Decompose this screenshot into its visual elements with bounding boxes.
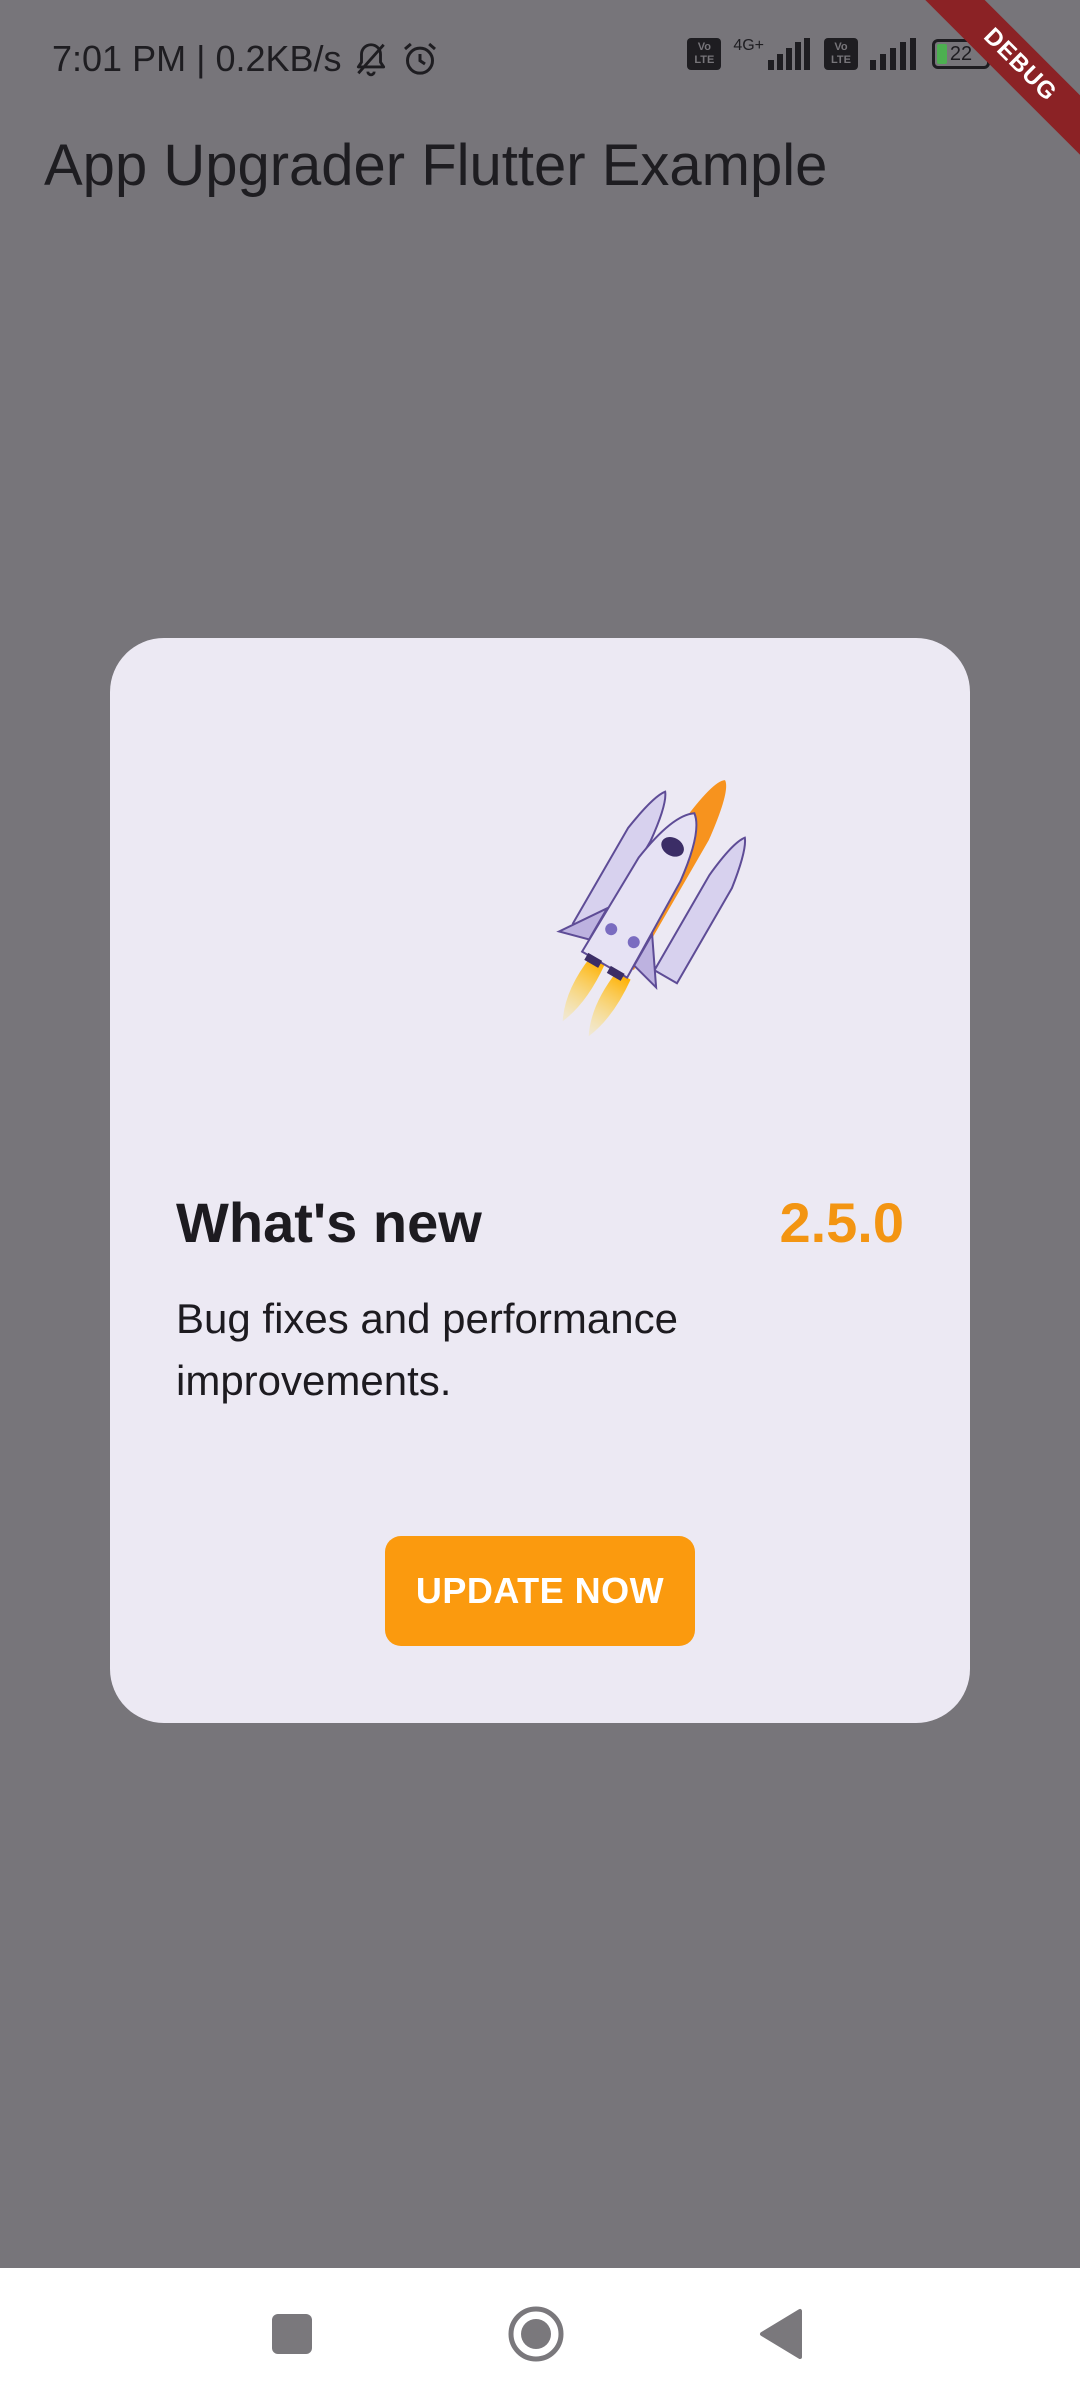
update-now-button[interactable]: UPDATE NOW (385, 1536, 695, 1646)
square-icon (272, 2314, 312, 2354)
status-separator: | (196, 38, 206, 79)
battery-level: 22 (949, 42, 973, 65)
back-button[interactable] (745, 2298, 817, 2370)
status-right: Vo LTE 4G+ Vo LTE 22 (687, 37, 995, 70)
upgrade-dialog: What's new 2.5.0 Bug fixes and performan… (110, 638, 970, 1723)
network-type: 4G+ (733, 37, 764, 54)
volte-icon: Vo LTE (824, 38, 858, 70)
navigation-bar (0, 2268, 1080, 2400)
release-notes: Bug fixes and performance improvements. (176, 1295, 678, 1404)
signal-icon (768, 38, 810, 70)
version-label: 2.5.0 (779, 1191, 904, 1254)
bell-off-icon (356, 43, 385, 77)
volte-icon: Vo LTE (687, 38, 722, 70)
app-bar-title: App Upgrader Flutter Example (44, 133, 828, 198)
triangle-back-icon (760, 2309, 802, 2359)
circle-icon (508, 2306, 564, 2362)
status-left: 7:01 PM | 0.2KB/s (52, 38, 440, 80)
network-speed: 0.2KB/s (215, 38, 342, 79)
status-bar: 7:01 PM | 0.2KB/s Vo LTE 4G+ Vo LTE 22 (0, 0, 1080, 120)
clock: 7:01 PM (52, 38, 187, 79)
alarm-icon (403, 42, 436, 75)
rocket-icon (556, 780, 747, 1037)
recents-button[interactable] (256, 2298, 328, 2370)
dialog-heading: What's new (176, 1191, 482, 1254)
signal-icon (870, 38, 916, 70)
home-button[interactable] (500, 2298, 572, 2370)
